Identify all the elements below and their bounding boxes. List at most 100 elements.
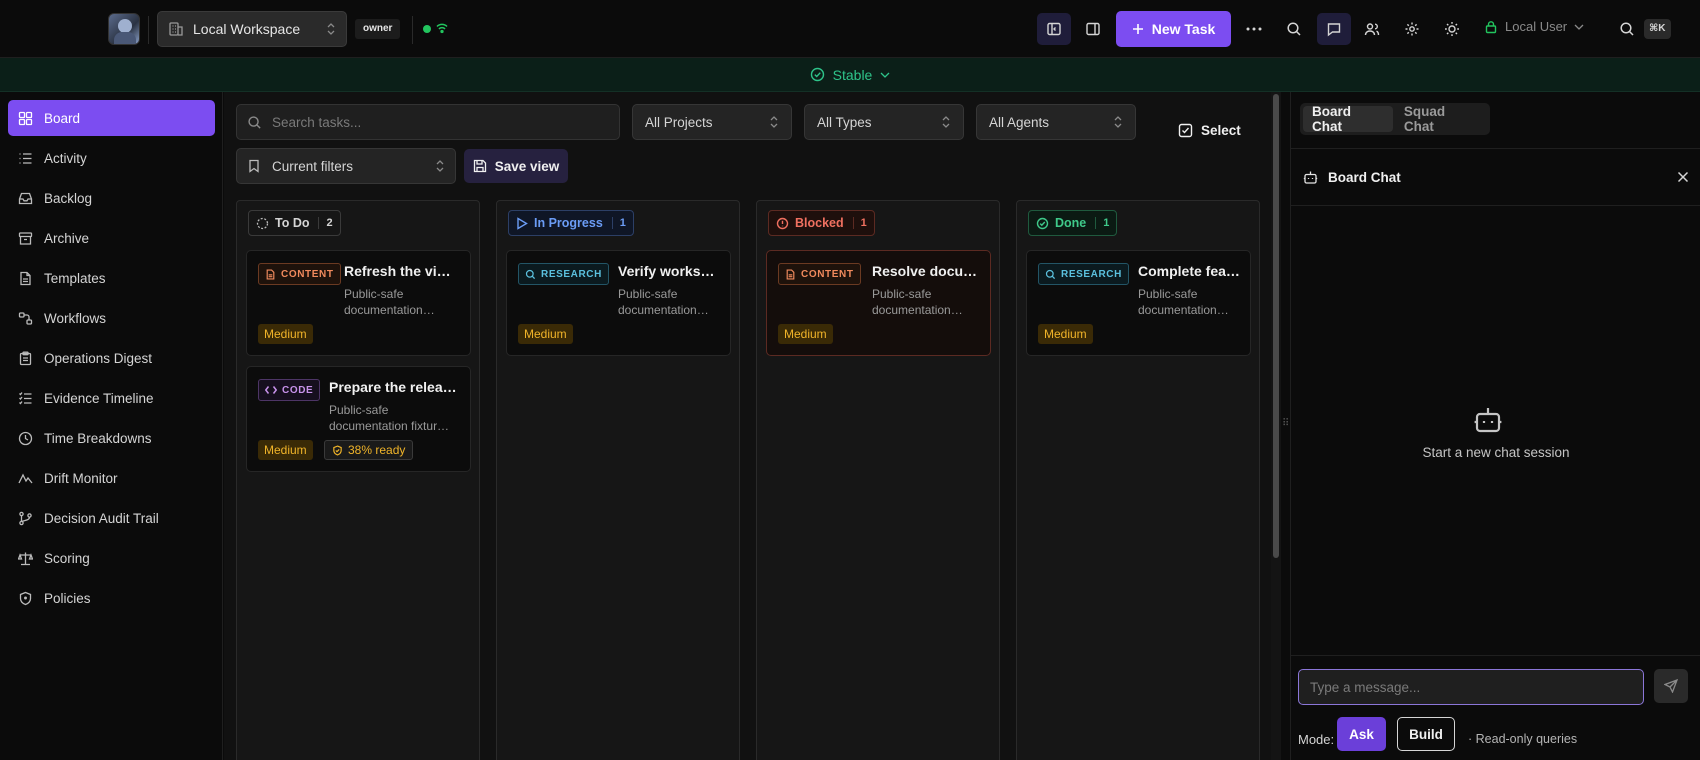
check-circle-icon: [1036, 217, 1049, 229]
chevron-updown-icon: [327, 23, 335, 35]
sidebar-item-policies[interactable]: Policies: [8, 580, 215, 616]
workspace-avatar[interactable]: [108, 13, 140, 45]
search-input[interactable]: [272, 114, 609, 130]
column-count: 1: [611, 217, 626, 229]
divider: [412, 16, 413, 44]
search-icon: [248, 115, 261, 129]
select-button[interactable]: Select: [1178, 123, 1241, 138]
more-horizontal-icon: [1246, 27, 1262, 31]
task-card[interactable]: CONTENT Refresh the vi… Public-safe docum…: [246, 250, 471, 356]
circle-dashed-icon: [256, 217, 269, 229]
building-icon: [169, 22, 183, 36]
sidebar-item-decision-audit-trail[interactable]: Decision Audit Trail: [8, 500, 215, 536]
resize-handle[interactable]: ⠿: [1282, 418, 1289, 429]
workspace-name: Local Workspace: [193, 21, 301, 37]
task-search[interactable]: [236, 104, 620, 140]
tab-board-chat[interactable]: Board Chat: [1303, 104, 1393, 134]
activity-list-icon: [19, 152, 32, 164]
settings-button[interactable]: [1395, 13, 1429, 45]
message-input[interactable]: [1310, 679, 1632, 695]
lock-icon: [1485, 20, 1497, 33]
sidebar-item-activity[interactable]: Activity: [8, 140, 215, 176]
sidebar-item-label: Backlog: [44, 190, 93, 206]
column-title: Done: [1055, 216, 1087, 230]
more-button[interactable]: [1237, 13, 1271, 45]
checkbox-icon: [1178, 123, 1193, 138]
scale-icon: [18, 552, 33, 565]
toggle-panel-button[interactable]: [1076, 13, 1110, 45]
archive-icon: [18, 231, 33, 245]
priority-badge: Medium: [1038, 324, 1093, 344]
sidebar-item-label: Drift Monitor: [44, 470, 118, 486]
close-icon[interactable]: [1677, 171, 1689, 183]
type-tag-label: CONTENT: [281, 268, 334, 280]
task-card[interactable]: RESEARCH Verify works… Public-safe docume…: [506, 250, 731, 356]
board-scrollbar[interactable]: [1271, 92, 1281, 760]
projects-select[interactable]: All Projects: [632, 104, 792, 140]
task-card[interactable]: RESEARCH Complete fea… Public-safe docume…: [1026, 250, 1251, 356]
send-button[interactable]: [1654, 669, 1688, 703]
inbox-icon: [18, 192, 33, 204]
theme-toggle-button[interactable]: [1435, 13, 1469, 45]
types-select[interactable]: All Types: [804, 104, 964, 140]
agents-select[interactable]: All Agents: [976, 104, 1136, 140]
mode-ask-button[interactable]: Ask: [1337, 717, 1386, 751]
workspace-select[interactable]: Local Workspace: [157, 11, 347, 47]
column-count: 1: [1095, 217, 1109, 229]
task-card[interactable]: CONTENT Resolve docu… Public-safe documen…: [766, 250, 991, 356]
sidebar-item-label: Archive: [44, 230, 90, 246]
card-description-line: documentation…: [872, 303, 963, 317]
mode-build-button[interactable]: Build: [1397, 717, 1455, 751]
types-select-value: All Types: [817, 114, 872, 130]
sidebar-item-workflows[interactable]: Workflows: [8, 300, 215, 336]
card-title: Verify works…: [618, 263, 715, 279]
saved-views-select[interactable]: Current filters: [236, 148, 456, 184]
status-banner[interactable]: Stable: [0, 58, 1700, 92]
card-description: Public-safe documentation…: [344, 286, 460, 318]
card-description: Public-safe documentation…: [872, 286, 980, 318]
top-bar: Local Workspace owner New Task Local Use…: [0, 0, 1700, 58]
user-menu[interactable]: Local User: [1484, 19, 1584, 34]
tab-squad-chat[interactable]: Squad Chat: [1395, 104, 1487, 134]
column-title: To Do: [275, 216, 310, 230]
send-icon: [1664, 679, 1678, 693]
command-search-button[interactable]: [1610, 13, 1644, 45]
sidebar-item-label: Operations Digest: [44, 350, 153, 366]
status-dot: [423, 25, 431, 33]
mode-hint: · Read-only queries: [1468, 732, 1578, 746]
sidebar-item-backlog[interactable]: Backlog: [8, 180, 215, 216]
team-button[interactable]: [1355, 13, 1389, 45]
search-button[interactable]: [1277, 13, 1311, 45]
clock-icon: [18, 431, 33, 445]
card-description: Public-safe documentation fixtur…: [329, 402, 460, 434]
save-icon: [473, 159, 486, 173]
column-to-do: To Do 2 CONTENT Refresh the vi… Public-s…: [236, 200, 480, 760]
scrollbar-thumb[interactable]: [1273, 94, 1279, 558]
sidebar-item-operations-digest[interactable]: Operations Digest: [8, 340, 215, 376]
sidebar-item-templates[interactable]: Templates: [8, 260, 215, 296]
sidebar-item-board[interactable]: Board: [8, 100, 215, 136]
wifi-icon: [436, 23, 448, 34]
sidebar-item-archive[interactable]: Archive: [8, 220, 215, 256]
chat-button[interactable]: [1317, 13, 1351, 45]
sidebar-item-evidence-timeline[interactable]: Evidence Timeline: [8, 380, 215, 416]
sidebar-item-drift-monitor[interactable]: Drift Monitor: [8, 460, 215, 496]
new-task-button[interactable]: New Task: [1116, 11, 1231, 47]
task-card[interactable]: CODE Prepare the relea… Public-safe docum…: [246, 366, 471, 472]
priority-badge: Medium: [778, 324, 833, 344]
sidebar-item-scoring[interactable]: Scoring: [8, 540, 215, 576]
git-branch-icon: [19, 511, 32, 525]
column-count: 2: [318, 217, 333, 229]
save-view-button[interactable]: Save view: [464, 149, 568, 183]
message-box[interactable]: [1298, 669, 1644, 705]
users-icon: [1364, 23, 1380, 36]
column-header: In Progress 1: [508, 210, 634, 236]
sidebar-item-time-breakdowns[interactable]: Time Breakdowns: [8, 420, 215, 456]
toggle-sidebar-button[interactable]: [1037, 13, 1071, 45]
priority-badge: Medium: [258, 324, 313, 344]
timeline-list-icon: [19, 391, 32, 404]
sidebar: Board Activity Backlog Archive Templates…: [0, 92, 223, 760]
status-label: Stable: [832, 66, 873, 83]
empty-state-text: Start a new chat session: [1422, 445, 1570, 460]
chevron-down-icon: [880, 72, 890, 78]
